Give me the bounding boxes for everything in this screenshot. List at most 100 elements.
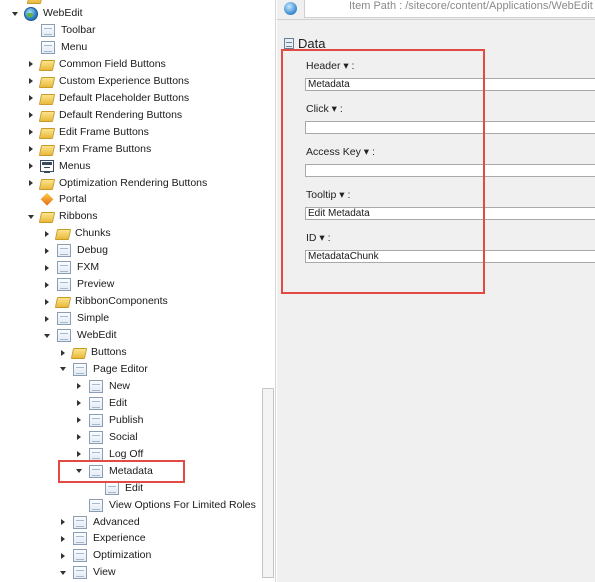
tree-node-advanced[interactable]: Advanced (58, 514, 140, 531)
tree-node-label: Experience (93, 532, 146, 545)
tree-node-label: WebEdit (43, 7, 83, 19)
folder-icon (26, 0, 44, 4)
tree-node-webedit[interactable]: WebEdit (42, 327, 117, 344)
doc-icon (89, 396, 103, 410)
expand-arrow-icon[interactable] (26, 175, 36, 192)
collapse-arrow-icon[interactable] (58, 361, 68, 378)
tree-node-label: Default Rendering Buttons (59, 108, 183, 121)
tree-node-edit[interactable]: Edit (74, 395, 127, 412)
tree-node-view[interactable]: View (58, 564, 116, 581)
doc-icon (41, 23, 55, 37)
folder-icon (54, 229, 72, 241)
expand-arrow-icon[interactable] (26, 90, 36, 107)
tree-node-common-field-buttons[interactable]: Common Field Buttons (26, 56, 166, 73)
fields-highlight (281, 49, 485, 294)
doc-icon (89, 498, 103, 512)
tree-node-publish[interactable]: Publish (74, 412, 143, 429)
expand-arrow-icon[interactable] (26, 56, 36, 73)
expand-arrow-icon[interactable] (26, 107, 36, 124)
tree-node-custom-experience-buttons[interactable]: Custom Experience Buttons (26, 73, 189, 90)
tree-scrollbar-thumb[interactable] (262, 388, 274, 578)
doc-icon (57, 278, 71, 292)
expand-arrow-icon[interactable] (42, 259, 52, 276)
expand-arrow-icon[interactable] (26, 141, 36, 158)
tree-node-chunks[interactable]: Chunks (42, 225, 111, 242)
tree-node-view-options-for-limited-roles[interactable]: View Options For Limited Roles (74, 497, 256, 514)
collapse-arrow-icon[interactable] (58, 564, 68, 581)
folder-icon (38, 127, 56, 139)
workstation-icon (284, 2, 297, 15)
tree-node-social[interactable]: Social (74, 429, 138, 446)
expand-arrow-icon[interactable] (26, 73, 36, 90)
doc-icon (89, 379, 103, 393)
collapse-arrow-icon[interactable] (10, 5, 20, 22)
tree-node-new[interactable]: New (74, 378, 130, 395)
tree-node-label: WebEdit (77, 329, 117, 342)
tree-node-label: FXM (77, 261, 100, 274)
tree-node-label: Portal (59, 193, 87, 206)
tree-node-webedit[interactable]: WebEdit (10, 5, 83, 22)
expand-arrow-icon[interactable] (58, 547, 68, 564)
tree-node-edit-frame-buttons[interactable]: Edit Frame Buttons (26, 124, 149, 141)
tree-node-label: Page Editor (93, 362, 148, 375)
tree-node-label: Optimization Rendering Buttons (59, 176, 208, 189)
expand-arrow-icon[interactable] (26, 124, 36, 141)
tree-node-ribboncomponents[interactable]: RibbonComponents (42, 293, 168, 310)
doc-icon (57, 312, 71, 326)
collapse-arrow-icon[interactable] (26, 208, 36, 225)
portal-icon (37, 190, 57, 210)
expand-arrow-icon[interactable] (26, 158, 36, 175)
tree-node-label: Optimization (93, 549, 152, 562)
folder-icon (38, 144, 56, 156)
tree-node-fxm-frame-buttons[interactable]: Fxm Frame Buttons (26, 141, 151, 158)
tree-node-label: Simple (77, 312, 110, 325)
doc-icon (89, 447, 103, 461)
expand-arrow-icon[interactable] (74, 378, 84, 395)
expand-arrow-icon[interactable] (58, 514, 68, 531)
tree-node-debug[interactable]: Debug (42, 242, 108, 259)
expand-arrow-icon[interactable] (42, 242, 52, 259)
folder-icon (38, 93, 56, 105)
tree-node-menus[interactable]: Menus (26, 158, 91, 175)
tree-node-buttons[interactable]: Buttons (58, 344, 127, 361)
tree-node-optimization-rendering-buttons[interactable]: Optimization Rendering Buttons (26, 175, 207, 192)
tree-node-experience[interactable]: Experience (58, 530, 146, 547)
expand-arrow-icon[interactable] (42, 225, 52, 242)
item-path-box: Item Path : /sitecore/content/Applicatio… (304, 0, 595, 18)
section-icon (284, 38, 294, 49)
tree-node-default-rendering-buttons[interactable]: Default Rendering Buttons (26, 107, 182, 124)
expand-arrow-icon[interactable] (42, 310, 52, 327)
tree-node-label: Edit Frame Buttons (59, 125, 149, 138)
doc-icon (105, 481, 119, 495)
expand-arrow-icon[interactable] (74, 429, 84, 446)
tree-node-menu[interactable]: Menu (26, 39, 87, 56)
tree-node-portal[interactable]: Portal (26, 191, 86, 208)
selected-item-highlight (58, 460, 185, 483)
tree-node-label: View Options For Limited Roles (109, 498, 256, 511)
tree-node-label: Debug (77, 244, 108, 257)
collapse-arrow-icon[interactable] (42, 327, 52, 344)
expand-arrow-icon[interactable] (58, 344, 68, 361)
tree-node-fxm[interactable]: FXM (42, 259, 99, 276)
tree-node-page-editor[interactable]: Page Editor (58, 361, 148, 378)
expand-arrow-icon[interactable] (74, 395, 84, 412)
expand-arrow-icon[interactable] (74, 412, 84, 429)
doc-icon (73, 515, 87, 529)
doc-icon (73, 549, 87, 563)
expand-arrow-icon[interactable] (42, 293, 52, 310)
tree-node-label: Ribbons (59, 210, 98, 223)
expand-arrow-icon[interactable] (58, 530, 68, 547)
content-editor: Item Path : /sitecore/content/Applicatio… (277, 0, 595, 582)
tree-node-preview[interactable]: Preview (42, 276, 114, 293)
tree-node-ribbons[interactable]: Ribbons (26, 208, 98, 225)
tree-node-label: Edit (109, 396, 128, 409)
tree-node-simple[interactable]: Simple (42, 310, 109, 327)
tree-node-default-placeholder-buttons[interactable]: Default Placeholder Buttons (26, 90, 189, 107)
menus-icon (40, 160, 54, 174)
tree-node-toolbar[interactable]: Toolbar (26, 22, 95, 39)
tree-node-label: New (109, 379, 131, 392)
expand-arrow-icon[interactable] (42, 276, 52, 293)
tree-node-optimization[interactable]: Optimization (58, 547, 151, 564)
